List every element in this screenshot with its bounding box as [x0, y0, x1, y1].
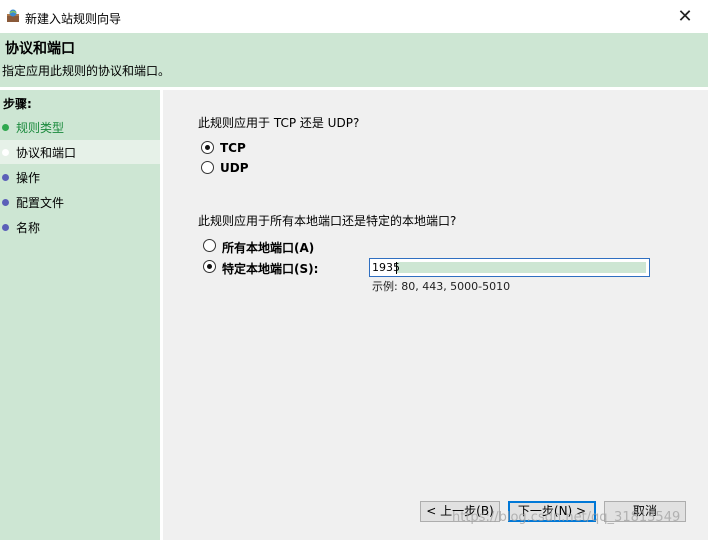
text-caret — [396, 262, 397, 274]
ports-question: 此规则应用于所有本地端口还是特定的本地端口? — [198, 214, 457, 228]
title-bar: 新建入站规则向导 ✕ — [0, 0, 708, 33]
udp-radio[interactable] — [201, 161, 214, 174]
step-pending-icon — [2, 174, 9, 181]
all-ports-label[interactable]: 所有本地端口(A) — [222, 239, 314, 256]
port-example: 示例: 80, 443, 5000-5010 — [372, 280, 511, 293]
step-current-icon — [2, 149, 9, 156]
page-header: 协议和端口 指定应用此规则的协议和端口。 — [0, 33, 708, 87]
specific-ports-label[interactable]: 特定本地端口(S): — [222, 260, 318, 277]
step-label: 规则类型 — [16, 121, 65, 135]
step-name[interactable]: 名称 — [0, 215, 160, 239]
tcp-radio[interactable] — [201, 141, 214, 154]
step-label: 操作 — [16, 171, 41, 185]
all-ports-radio[interactable] — [203, 239, 216, 252]
tcp-label[interactable]: TCP — [220, 141, 246, 155]
udp-label[interactable]: UDP — [220, 161, 249, 175]
step-pending-icon — [2, 224, 9, 231]
steps-panel: 步骤: 规则类型 协议和端口 操作 配置文件 名称 — [0, 90, 160, 540]
step-rule-type[interactable]: 规则类型 — [0, 115, 160, 139]
specific-ports-radio[interactable] — [203, 260, 216, 273]
protocol-question: 此规则应用于 TCP 还是 UDP? — [198, 116, 360, 130]
close-button[interactable]: ✕ — [662, 0, 708, 33]
firewall-icon — [7, 9, 19, 22]
window-title: 新建入站规则向导 — [25, 12, 122, 26]
step-done-icon — [2, 124, 9, 131]
step-profile[interactable]: 配置文件 — [0, 190, 160, 214]
step-label: 配置文件 — [16, 196, 65, 210]
step-label: 名称 — [16, 221, 41, 235]
watermark: https://blog.csdn.net/qq_31813549 — [452, 510, 681, 525]
page-subtitle: 指定应用此规则的协议和端口。 — [2, 64, 171, 78]
step-label: 协议和端口 — [16, 146, 77, 160]
close-icon: ✕ — [677, 6, 693, 27]
page-title: 协议和端口 — [5, 41, 75, 57]
step-pending-icon — [2, 199, 9, 206]
port-input[interactable]: 1935 — [369, 258, 650, 277]
step-protocol-ports[interactable]: 协议和端口 — [0, 140, 160, 164]
step-action[interactable]: 操作 — [0, 165, 160, 189]
port-input-highlight — [396, 262, 646, 273]
steps-title: 步骤: — [3, 97, 32, 111]
main-content — [163, 90, 708, 540]
